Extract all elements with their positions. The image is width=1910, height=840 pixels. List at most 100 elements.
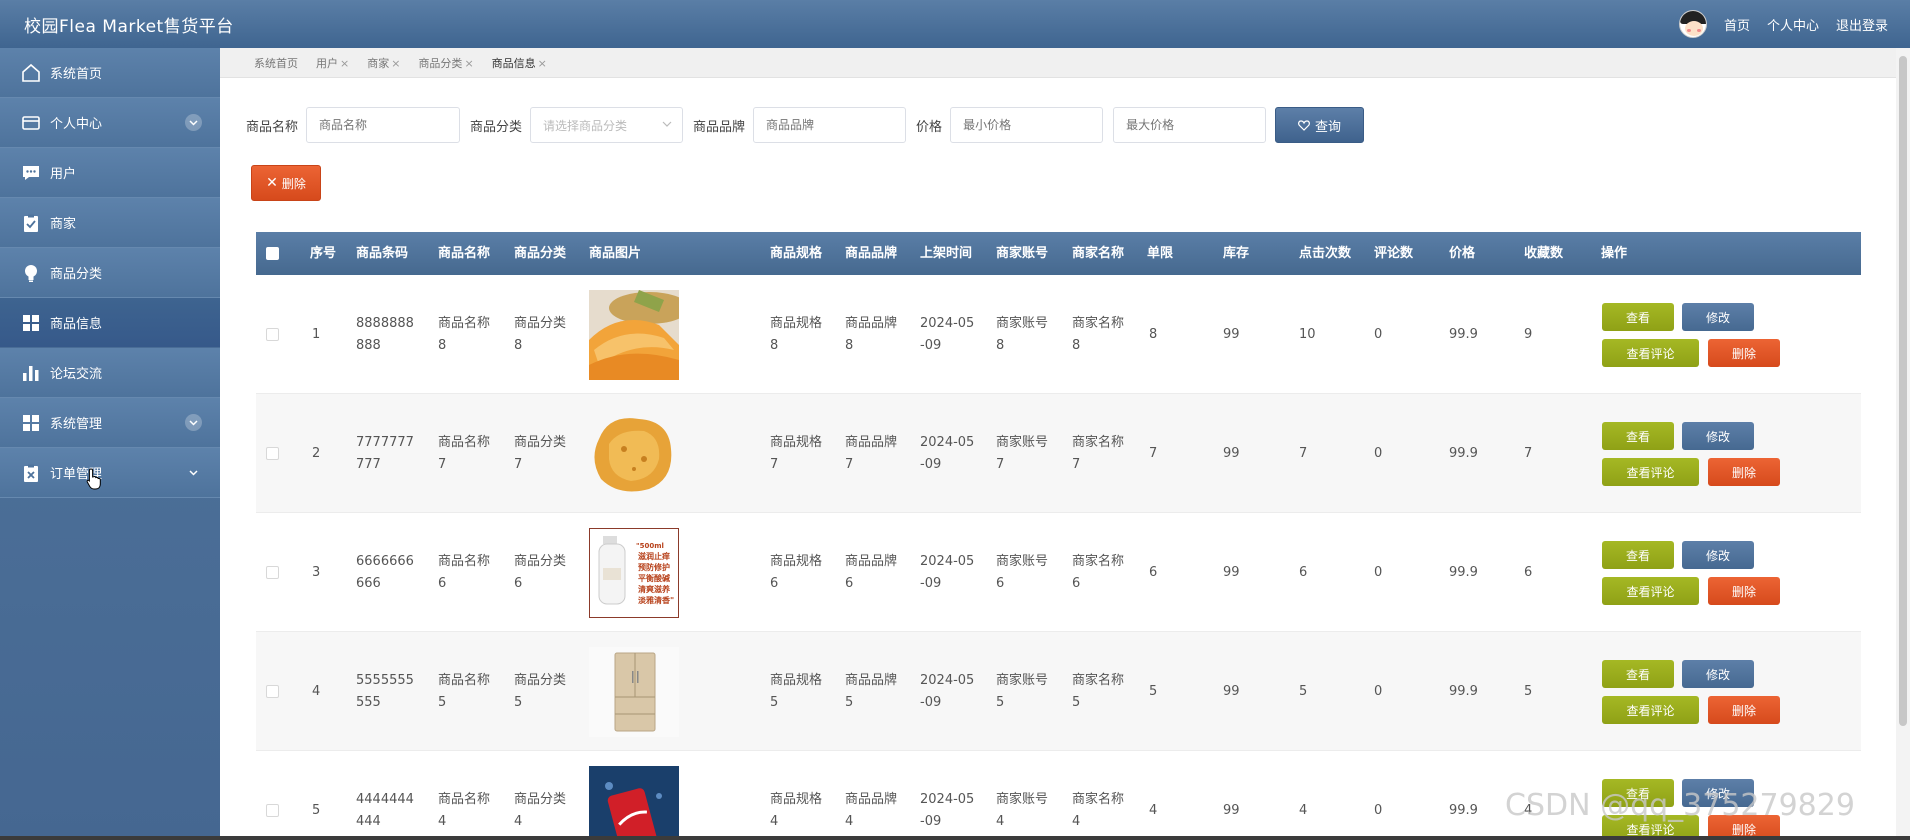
scrollbar[interactable] xyxy=(1896,48,1910,840)
brand-filter-label: 商品品牌 xyxy=(693,119,746,135)
avatar[interactable] xyxy=(1678,10,1707,38)
sidebar-item-merchant[interactable]: 商家 xyxy=(0,198,220,248)
chevron-down-icon[interactable] xyxy=(185,414,202,431)
sidebar-item-forum[interactable]: 论坛交流 xyxy=(0,348,220,398)
category-cell: 商品分类7 xyxy=(514,434,567,472)
date-cell: 2024-05-09 xyxy=(920,315,975,353)
limit-cell: 5 xyxy=(1149,683,1158,699)
price-filter-label: 价格 xyxy=(916,119,943,135)
name-cell: 商品名称4 xyxy=(438,791,491,829)
category-select[interactable]: 请选择商品分类 xyxy=(530,107,684,143)
sidebar-item-label: 商品信息 xyxy=(50,317,103,332)
delete-button[interactable]: 删除 xyxy=(1708,458,1780,486)
edit-button[interactable]: 修改 xyxy=(1682,541,1754,569)
product-table: 序号 商品条码 商品名称 商品分类 商品图片 商品规格 商品品牌 上架时间 商家… xyxy=(256,232,1861,840)
view-button[interactable]: 查看 xyxy=(1602,303,1674,331)
heart-icon xyxy=(1298,119,1310,131)
merchant-cell: 商家名称4 xyxy=(1072,791,1125,829)
sidebar-item-system[interactable]: 系统管理 xyxy=(0,398,220,448)
barcode-cell: 8888888888 xyxy=(356,315,414,353)
row-checkbox[interactable] xyxy=(266,685,279,698)
sidebar-item-users[interactable]: 用户 xyxy=(0,148,220,198)
delete-button[interactable]: 删除 xyxy=(1708,577,1780,605)
row-checkbox[interactable] xyxy=(266,447,279,460)
card-icon xyxy=(20,112,42,134)
category-filter-label: 商品分类 xyxy=(470,119,523,135)
chevron-down-icon[interactable] xyxy=(185,114,202,131)
tab-home[interactable]: 系统首页 xyxy=(254,55,298,71)
close-icon[interactable]: × xyxy=(391,57,400,70)
table-header: 序号 商品条码 商品名称 商品分类 商品图片 商品规格 商品品牌 上架时间 商家… xyxy=(256,232,1861,275)
tab-users[interactable]: 用户 × xyxy=(316,55,349,71)
view-button[interactable]: 查看 xyxy=(1602,660,1674,688)
edit-button[interactable]: 修改 xyxy=(1682,303,1754,331)
account-cell: 商家账号4 xyxy=(996,791,1049,829)
column-header: 商品规格 xyxy=(770,246,823,261)
product-image[interactable] xyxy=(589,646,679,737)
select-all-checkbox[interactable] xyxy=(266,247,279,260)
min-price-input[interactable] xyxy=(950,107,1104,143)
view-reviews-button[interactable]: 查看评论 xyxy=(1602,458,1699,486)
home-link[interactable]: 首页 xyxy=(1724,15,1750,34)
sidebar-item-orders[interactable]: 订单管理 xyxy=(0,448,220,498)
row-checkbox[interactable] xyxy=(266,566,279,579)
favorites-cell: 5 xyxy=(1524,683,1533,699)
grid-icon xyxy=(20,312,42,334)
sidebar-item-products[interactable]: 商品信息 xyxy=(0,298,220,348)
price-cell: 99.9 xyxy=(1449,683,1478,699)
close-icon[interactable]: × xyxy=(340,57,349,70)
delete-button[interactable]: 删除 xyxy=(1708,696,1780,724)
column-header: 商品分类 xyxy=(514,246,567,261)
sidebar-item-profile[interactable]: 个人中心 xyxy=(0,98,220,148)
scrollbar-thumb[interactable] xyxy=(1899,56,1907,726)
sidebar-item-label: 论坛交流 xyxy=(50,367,103,382)
brand-cell: 商品品牌6 xyxy=(845,553,898,591)
close-icon[interactable]: × xyxy=(538,57,547,70)
sidebar: 系统首页 个人中心 用户 商家 商品分类 商品信息 论坛交流 系统管理 订单管理 xyxy=(0,48,220,840)
view-reviews-button[interactable]: 查看评论 xyxy=(1602,339,1699,367)
max-price-input[interactable] xyxy=(1113,107,1267,143)
category-cell: 商品分类4 xyxy=(514,791,567,829)
close-icon: ✕ xyxy=(266,175,278,191)
row-actions: 查看 修改 查看评论 删除 xyxy=(1602,303,1792,367)
edit-button[interactable]: 修改 xyxy=(1682,422,1754,450)
chevron-down-icon[interactable] xyxy=(185,464,202,481)
logout-link[interactable]: 退出登录 xyxy=(1836,15,1888,34)
query-button[interactable]: 查询 xyxy=(1275,107,1365,143)
column-header: 价格 xyxy=(1449,246,1476,261)
product-image[interactable] xyxy=(589,765,679,840)
sidebar-item-category[interactable]: 商品分类 xyxy=(0,248,220,298)
view-button[interactable]: 查看 xyxy=(1602,541,1674,569)
product-image[interactable] xyxy=(589,289,689,380)
view-reviews-button[interactable]: 查看评论 xyxy=(1602,577,1699,605)
brand-input[interactable] xyxy=(753,107,907,143)
product-name-input[interactable] xyxy=(306,107,461,143)
barcode-cell: 6666666666 xyxy=(356,553,414,591)
sidebar-item-home[interactable]: 系统首页 xyxy=(0,48,220,98)
limit-cell: 8 xyxy=(1149,326,1158,342)
tab-merchant[interactable]: 商家 × xyxy=(367,55,400,71)
tab-category[interactable]: 商品分类 × xyxy=(418,55,473,71)
batch-delete-button[interactable]: ✕ 删除 xyxy=(251,165,321,201)
row-actions: 查看 修改 查看评论 删除 xyxy=(1602,660,1792,724)
product-image[interactable] xyxy=(589,408,679,499)
view-reviews-button[interactable]: 查看评论 xyxy=(1602,696,1699,724)
svg-text:平衡酸碱: 平衡酸碱 xyxy=(638,573,670,583)
date-cell: 2024-05-09 xyxy=(920,553,975,591)
row-checkbox[interactable] xyxy=(266,328,279,341)
limit-cell: 7 xyxy=(1149,445,1158,461)
close-icon[interactable]: × xyxy=(464,57,473,70)
product-image[interactable]: "500ml 滋润止痒 预防修护 平衡酸碱 清爽滋养 淡雅清香" xyxy=(588,526,680,619)
limit-cell: 4 xyxy=(1149,802,1158,818)
brand-cell: 商品品牌4 xyxy=(845,791,898,829)
delete-button[interactable]: 删除 xyxy=(1708,339,1780,367)
barcode-cell: 5555555555 xyxy=(356,672,414,710)
tab-products[interactable]: 商品信息 × xyxy=(492,55,547,71)
row-checkbox[interactable] xyxy=(266,804,279,817)
profile-link[interactable]: 个人中心 xyxy=(1767,15,1819,34)
column-header: 商品名称 xyxy=(438,246,491,261)
sidebar-item-label: 商家 xyxy=(50,217,77,232)
edit-button[interactable]: 修改 xyxy=(1682,660,1754,688)
view-button[interactable]: 查看 xyxy=(1602,422,1674,450)
date-cell: 2024-05-09 xyxy=(920,791,975,829)
